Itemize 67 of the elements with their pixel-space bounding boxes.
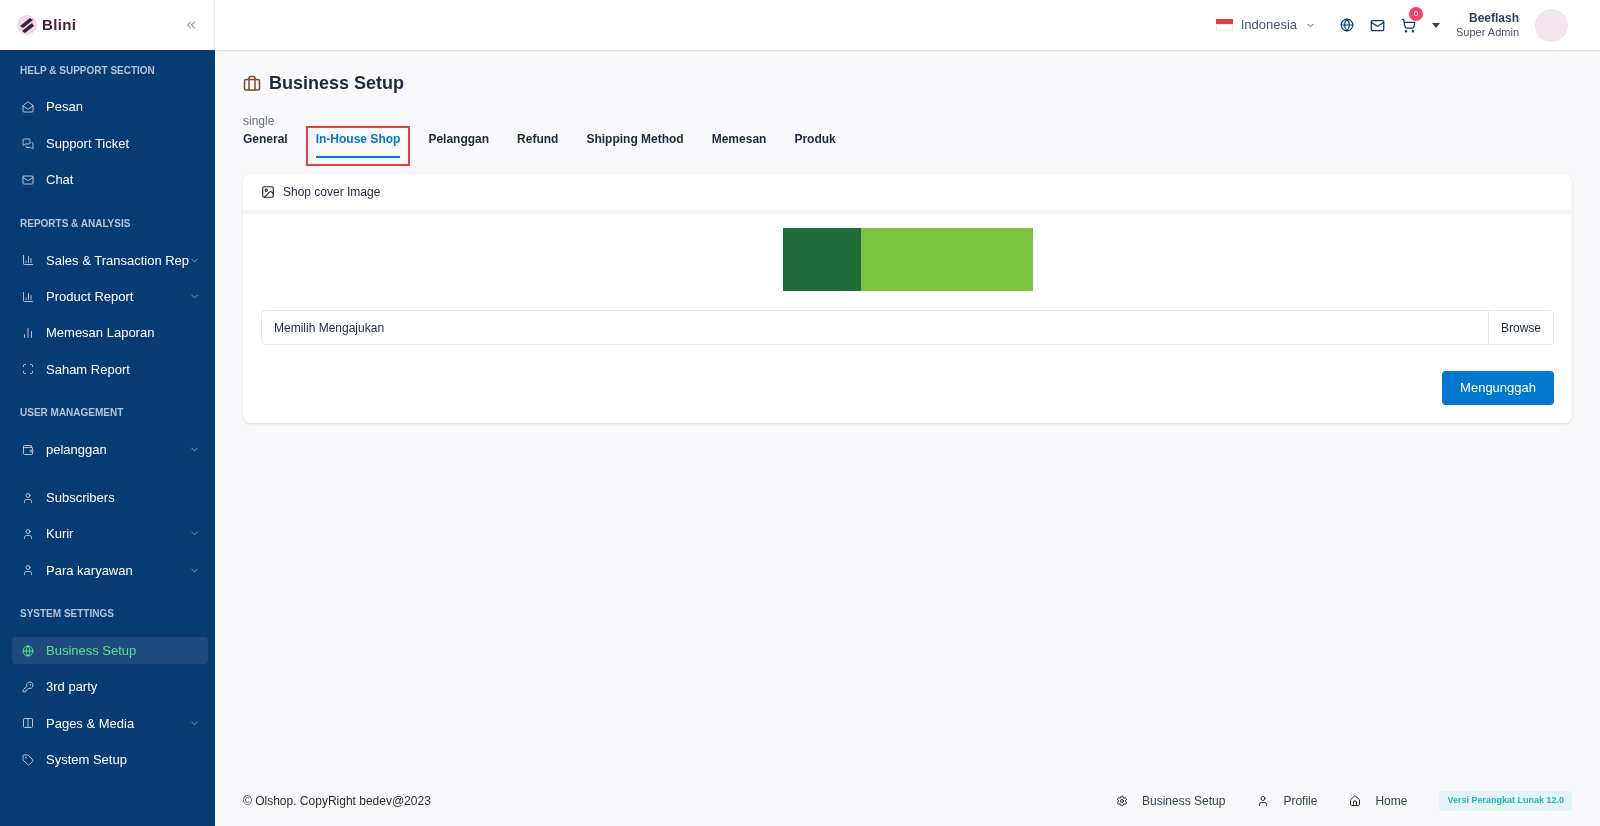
sidebar-item[interactable]: Subscribers [12,484,209,511]
logo-icon [16,14,38,36]
user-icon [1257,795,1270,807]
tab[interactable]: Produk [784,126,846,166]
sidebar-item[interactable]: Support Ticket [12,130,209,158]
user-icon [22,564,34,577]
mail-icon[interactable] [1370,17,1385,33]
bar-chart-icon [22,327,34,340]
scan-icon [22,363,34,376]
section-heading: HELP & SUPPORT SECTION [19,63,156,78]
home-icon [1349,795,1362,807]
tab[interactable]: Refund [507,126,569,166]
cart-icon[interactable] [1401,17,1416,33]
page-title: Business Setup [269,72,405,95]
sidebar-item[interactable]: 3rd party [12,673,209,701]
tabs-caption: single [243,115,276,127]
sidebar-item[interactable]: Pages & Media [12,709,209,737]
section-heading: SYSTEM SETTINGS [19,606,115,621]
sidebar-item[interactable]: Business Setup [12,637,209,665]
footer-link[interactable]: Profile [1257,792,1318,810]
tab[interactable]: Pelanggan [418,126,500,166]
file-input-field[interactable]: Memilih Mengajukan Browse [261,310,1554,345]
panel-icon [22,717,34,730]
tag-icon [22,753,34,766]
image-icon [261,185,275,199]
tab[interactable]: Memesan [701,126,777,166]
tab[interactable]: Shipping Method [576,126,694,166]
tab[interactable]: In-House Shop [305,126,411,166]
user-icon [22,527,34,540]
section-heading: USER MANAGEMENT [19,406,125,421]
upload-button[interactable]: Mengunggah [1442,371,1554,405]
footer-link[interactable]: Business Setup [1116,792,1226,810]
copyright-text: © Olshop. CopyRight bedev@2023 [243,793,432,810]
sidebar-item[interactable]: Pesan [12,93,209,121]
user-role: Super Admin [1456,25,1519,40]
sidebar-item[interactable]: Para karyawan [12,556,209,584]
dropdown-caret-icon[interactable] [1432,22,1440,28]
globe-icon[interactable] [1340,18,1354,32]
user-icon [22,491,34,504]
brand-name: Blini [42,14,77,35]
bar-chart-icon [22,254,34,267]
sidebar-item[interactable]: System Setup [12,746,209,774]
briefcase-icon [243,74,261,93]
language-selector[interactable]: Indonesia [1215,15,1316,35]
key-icon [22,681,34,693]
flag-icon [1215,19,1233,31]
gear-icon [1116,795,1128,807]
browse-button[interactable]: Browse [1488,311,1553,344]
sidebar-item[interactable]: Kurir [12,520,209,548]
globe-icon [22,644,34,657]
bar-chart-icon [22,290,34,303]
envelope-icon [22,101,34,114]
card-title: Shop cover Image [283,184,381,201]
mail-icon [22,173,34,186]
sidebar-item[interactable]: Sales & Transaction Rep [12,246,209,274]
section-heading: REPORTS & ANALYSIS [19,216,132,231]
sidebar-item[interactable]: pelanggan [12,436,209,464]
footer-link[interactable]: Home [1349,792,1408,810]
sidebar-item[interactable]: Chat [12,166,209,194]
user-name: Beeflash [1468,10,1519,26]
sidebar-item[interactable]: Saham Report [12,355,209,383]
chat-bubbles-icon [22,137,34,150]
cart-count-badge: 0 [1409,6,1423,21]
wallet-icon [22,443,34,456]
version-badge: Versi Perangkat Lunak 12.0 [1439,791,1572,811]
sidebar-item[interactable]: Memesan Laporan [12,319,209,347]
sidebar-item[interactable]: Product Report [12,283,209,311]
